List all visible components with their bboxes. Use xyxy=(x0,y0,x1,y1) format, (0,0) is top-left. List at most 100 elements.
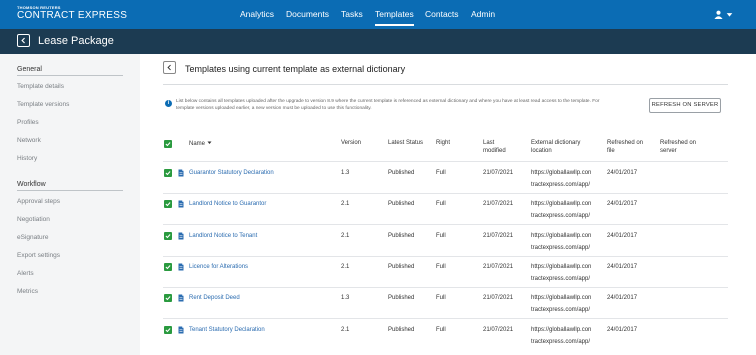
template-dictionary-location: https://globallawllp.con tractexpress.com… xyxy=(531,201,591,220)
template-name-link[interactable]: Rent Deposit Deed xyxy=(189,295,240,302)
table-row-divider xyxy=(163,287,728,288)
sidebar-item-export-settings[interactable]: Export settings xyxy=(17,252,60,259)
main-back-button[interactable] xyxy=(163,61,176,74)
column-header-refreshed-server-line1: Refreshed on xyxy=(660,140,697,146)
location-line1: https://globallawllp.con xyxy=(531,327,592,333)
sidebar-item-metrics[interactable]: Metrics xyxy=(17,288,38,295)
template-refreshed-on-file: 24/01/2017 xyxy=(607,170,638,176)
sidebar-item-template-details[interactable]: Template details xyxy=(17,83,64,90)
template-name-link[interactable]: Landlord Notice to Guarantor xyxy=(189,201,266,208)
template-right: Full xyxy=(436,264,446,270)
template-last-modified: 21/07/2021 xyxy=(483,295,514,301)
row-checkbox[interactable] xyxy=(164,294,172,302)
sidebar-item-profiles[interactable]: Profiles xyxy=(17,119,39,126)
nav-admin[interactable]: Admin xyxy=(471,9,495,20)
column-header-refreshed-server-line2: server xyxy=(660,147,677,154)
caret-down-icon xyxy=(726,13,732,17)
checkbox-checked-icon xyxy=(165,296,171,301)
sidebar-item-approval-steps[interactable]: Approval steps xyxy=(17,198,60,205)
template-dictionary-location: https://globallawllp.con tractexpress.com… xyxy=(531,170,591,189)
row-checkbox[interactable] xyxy=(164,232,172,240)
refresh-on-server-button[interactable]: REFRESH ON SERVER xyxy=(649,98,721,113)
column-header-version[interactable]: Version xyxy=(341,140,361,148)
user-icon xyxy=(714,10,723,20)
column-header-refreshed-file-line2: file xyxy=(607,147,615,154)
sidebar-item-alerts[interactable]: Alerts xyxy=(17,270,34,277)
template-version: 1.3 xyxy=(341,170,350,176)
template-dictionary-location: https://globallawllp.con tractexpress.com… xyxy=(531,295,591,314)
row-checkbox[interactable] xyxy=(164,200,172,208)
column-header-refreshed-on-server[interactable]: Refreshed on server xyxy=(660,140,696,155)
location-line2: tractexpress.com/app/ xyxy=(531,213,591,219)
sidebar-item-history[interactable]: History xyxy=(17,155,37,162)
column-header-location-line2: location xyxy=(531,147,552,154)
template-status: Published xyxy=(388,201,415,207)
sidebar-divider xyxy=(17,75,123,76)
template-refreshed-on-file: 24/01/2017 xyxy=(607,233,638,239)
template-name-link[interactable]: Guarantor Statutory Declaration xyxy=(189,170,274,177)
brand-product-name: CONTRACT EXPRESS xyxy=(17,10,128,21)
checkbox-checked-icon xyxy=(165,328,171,333)
table-row-divider xyxy=(163,193,728,194)
location-line2: tractexpress.com/app/ xyxy=(531,276,591,282)
nav-contacts[interactable]: Contacts xyxy=(425,9,459,20)
nav-templates[interactable]: Templates xyxy=(375,9,414,26)
template-right: Full xyxy=(436,201,446,207)
template-version: 2.1 xyxy=(341,201,350,207)
template-dictionary-location: https://globallawllp.con tractexpress.com… xyxy=(531,327,591,346)
template-version: 1.3 xyxy=(341,295,350,301)
template-status: Published xyxy=(388,170,415,176)
location-line1: https://globallawllp.con xyxy=(531,295,592,301)
column-header-refreshed-on-file[interactable]: Refreshed on file xyxy=(607,140,643,155)
template-status: Published xyxy=(388,233,415,239)
template-refreshed-on-file: 24/01/2017 xyxy=(607,201,638,207)
sidebar-item-negotiation[interactable]: Negotiation xyxy=(17,216,50,223)
info-message: List below contains all templates upload… xyxy=(176,99,600,111)
template-right: Full xyxy=(436,170,446,176)
column-header-location-line1: External dictionary xyxy=(531,140,581,146)
template-last-modified: 21/07/2021 xyxy=(483,170,514,176)
sidebar-item-network[interactable]: Network xyxy=(17,137,41,144)
template-right: Full xyxy=(436,233,446,239)
select-all-checkbox[interactable] xyxy=(164,140,172,148)
table-row-divider xyxy=(163,318,728,319)
checkbox-checked-icon xyxy=(165,234,171,239)
sidebar-item-template-versions[interactable]: Template versions xyxy=(17,101,69,108)
template-name-link[interactable]: Licence for Alterations xyxy=(189,264,248,271)
row-checkbox[interactable] xyxy=(164,326,172,334)
nav-documents[interactable]: Documents xyxy=(286,9,329,20)
template-dictionary-location: https://globallawllp.con tractexpress.com… xyxy=(531,233,591,252)
info-icon: i xyxy=(165,100,172,107)
row-checkbox[interactable] xyxy=(164,169,172,177)
location-line2: tractexpress.com/app/ xyxy=(531,182,591,188)
template-name-link[interactable]: Landlord Notice to Tenant xyxy=(189,233,257,240)
table-header-divider xyxy=(163,161,728,162)
table-row-divider xyxy=(163,256,728,257)
column-header-name[interactable]: Name xyxy=(189,140,212,149)
user-menu[interactable] xyxy=(714,9,733,20)
nav-analytics[interactable]: Analytics xyxy=(240,9,274,20)
location-line2: tractexpress.com/app/ xyxy=(531,245,591,251)
template-last-modified: 21/07/2021 xyxy=(483,201,514,207)
template-right: Full xyxy=(436,295,446,301)
column-header-external-dictionary-location[interactable]: External dictionary location xyxy=(531,140,580,155)
sidebar-item-esignature[interactable]: eSignature xyxy=(17,234,48,241)
template-name-link[interactable]: Tenant Statutory Declaration xyxy=(189,327,265,334)
location-line1: https://globallawllp.con xyxy=(531,233,592,239)
column-header-last-modified-line1: Last xyxy=(483,140,495,146)
back-button[interactable] xyxy=(17,34,30,47)
template-refreshed-on-file: 24/01/2017 xyxy=(607,295,638,301)
brand-logo[interactable]: THOMSON REUTERS CONTRACT EXPRESS xyxy=(17,5,127,22)
nav-tasks[interactable]: Tasks xyxy=(341,9,363,20)
sidebar-divider xyxy=(17,190,123,191)
template-version: 2.1 xyxy=(341,233,350,239)
template-refreshed-on-file: 24/01/2017 xyxy=(607,264,638,270)
column-header-status[interactable]: Latest Status xyxy=(388,140,423,148)
template-status: Published xyxy=(388,264,415,270)
column-header-right[interactable]: Right xyxy=(436,140,450,148)
column-header-last-modified[interactable]: Last modified xyxy=(483,140,506,155)
location-line1: https://globallawllp.con xyxy=(531,201,592,207)
row-checkbox[interactable] xyxy=(164,263,172,271)
sort-arrow-icon xyxy=(207,141,212,144)
file-icon xyxy=(178,294,184,302)
